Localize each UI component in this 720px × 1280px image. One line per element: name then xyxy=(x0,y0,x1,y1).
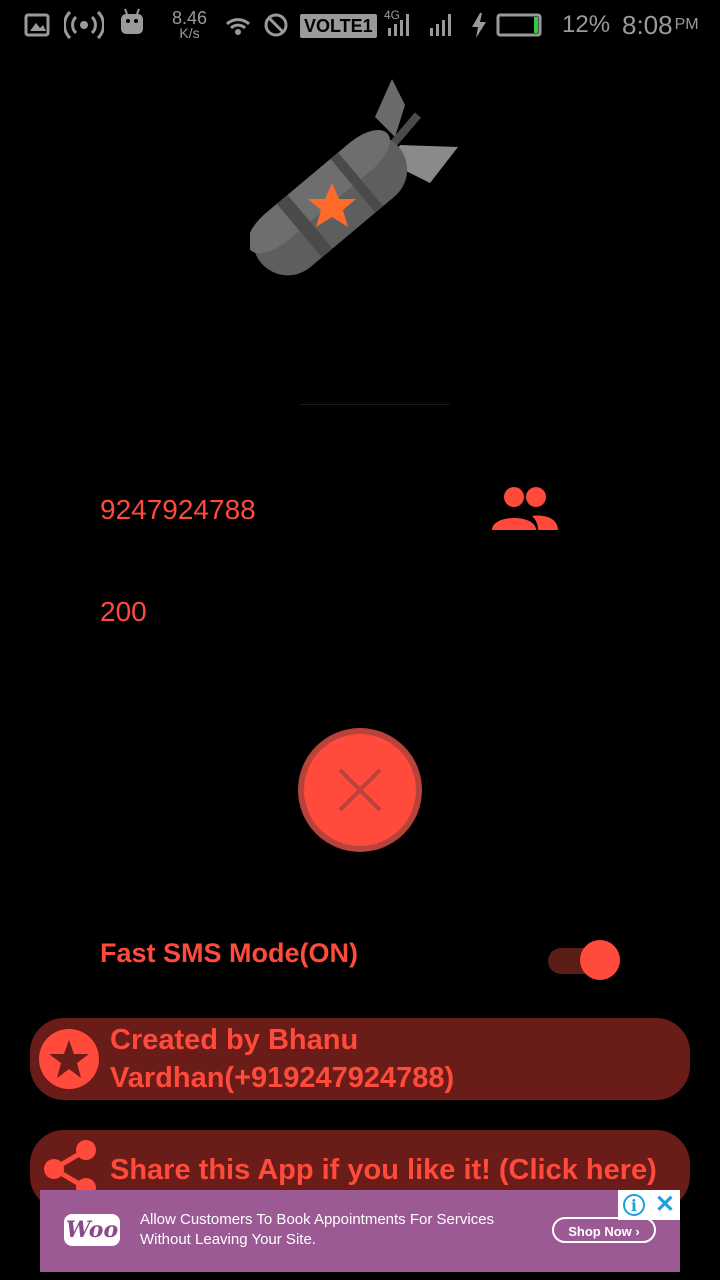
dnd-icon xyxy=(264,13,288,37)
signal-icon xyxy=(388,14,409,36)
advertiser-logo: Woo xyxy=(64,1214,120,1246)
charging-icon xyxy=(472,13,486,38)
wifi-icon xyxy=(225,18,251,35)
info-icon[interactable]: i xyxy=(622,1194,645,1216)
close-icon[interactable]: ✕ xyxy=(655,1193,675,1217)
shop-now-button[interactable]: Shop Now › xyxy=(552,1217,656,1243)
ad-choices[interactable]: i ✕ xyxy=(618,1190,680,1220)
signal-icon xyxy=(430,14,451,36)
stop-button[interactable] xyxy=(296,726,424,854)
phone-number-field[interactable]: 9247924788 xyxy=(100,494,256,526)
volte-badge: VOLTE1 xyxy=(300,14,377,38)
credit-banner[interactable]: Created by Bhanu Vardhan(+919247924788) xyxy=(30,1018,690,1100)
ad-banner[interactable]: Woo Allow Customers To Book Appointments… xyxy=(40,1190,680,1272)
contacts-icon[interactable] xyxy=(490,484,560,534)
divider xyxy=(300,404,450,405)
share-icon xyxy=(44,1140,96,1198)
star-icon xyxy=(39,1029,99,1089)
clock: 8:08 PM xyxy=(622,9,699,40)
share-text: Share this App if you like it! (Click he… xyxy=(110,1154,657,1186)
toggle-thumb xyxy=(580,940,620,980)
status-bar: 8.46 K/s VOLTE1 4G 12% 8:08 PM xyxy=(0,0,720,50)
message-count-field[interactable]: 200 xyxy=(100,596,147,628)
hotspot-icon xyxy=(64,10,104,40)
battery-icon xyxy=(496,13,542,37)
gallery-icon xyxy=(24,13,50,37)
battery-percent: 12% xyxy=(562,11,611,38)
net-speed: 8.46 K/s xyxy=(172,8,208,41)
fast-sms-toggle[interactable] xyxy=(546,938,622,982)
ad-copy: Allow Customers To Book Appointments For… xyxy=(140,1211,495,1248)
fast-sms-label: Fast SMS Mode(ON) xyxy=(100,938,359,968)
bomb-icon xyxy=(250,79,458,276)
credit-text: Created by Bhanu Vardhan(+919247924788) xyxy=(110,1024,455,1094)
android-icon xyxy=(121,8,143,34)
